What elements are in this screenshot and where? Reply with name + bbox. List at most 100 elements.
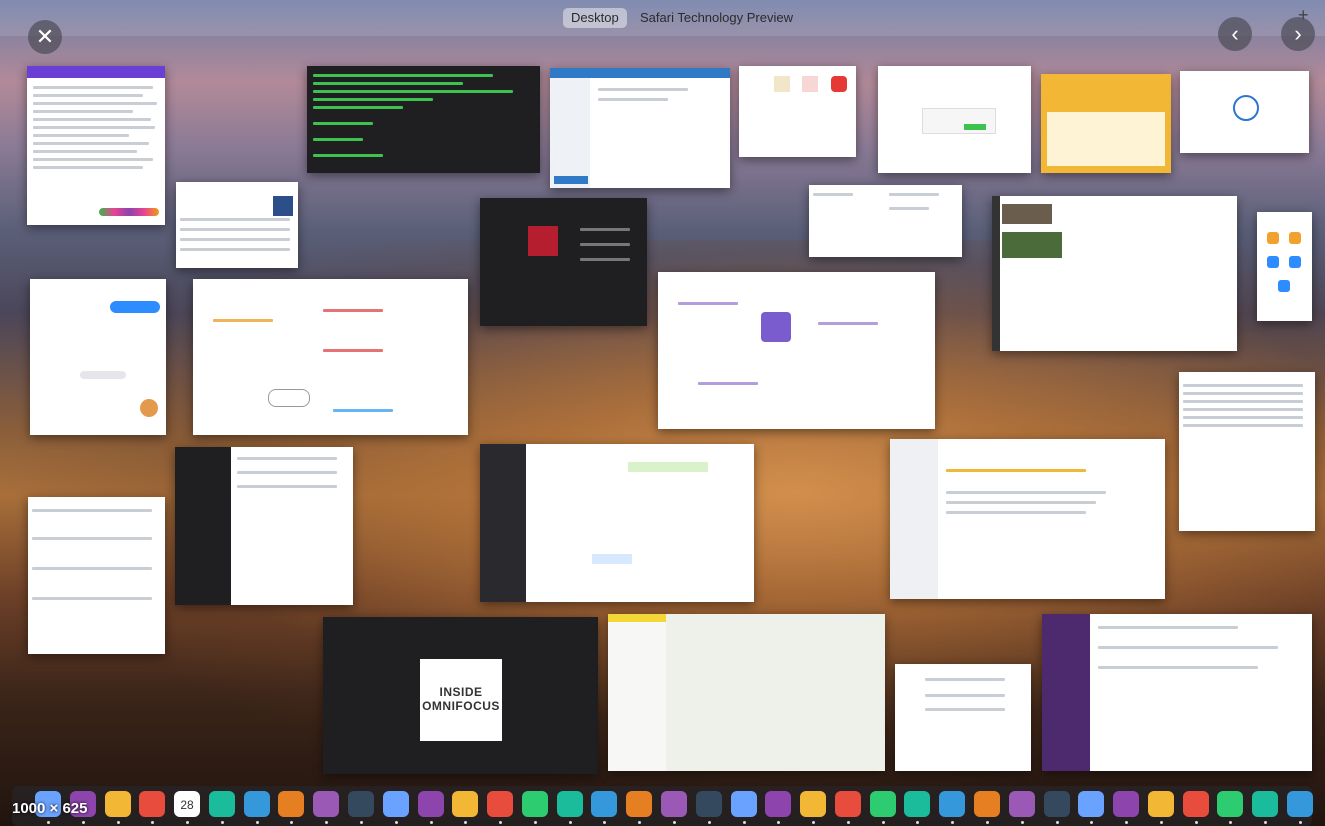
window-dialog[interactable] [878, 66, 1031, 173]
dock-running-indicator [325, 821, 328, 824]
window-1password[interactable] [1180, 71, 1309, 153]
dock-running-indicator [777, 821, 780, 824]
window-things-today[interactable] [895, 664, 1031, 771]
window-home-app[interactable] [1041, 74, 1171, 173]
books-icon[interactable] [870, 791, 896, 817]
dock-running-indicator [673, 821, 676, 824]
dock-running-indicator [360, 821, 363, 824]
dock-running-indicator [151, 821, 154, 824]
vpn-icon[interactable] [974, 791, 1000, 817]
screenshot-size-label: 1000 × 625 [12, 800, 88, 817]
notes-icon[interactable] [591, 791, 617, 817]
window-tasks-purple[interactable] [27, 66, 165, 225]
downloads-icon[interactable] [1252, 791, 1278, 817]
window-notes[interactable] [28, 497, 165, 654]
todo-icon[interactable] [800, 791, 826, 817]
window-calendar[interactable] [480, 444, 754, 602]
boxes-icon[interactable] [383, 791, 409, 817]
settings-icon[interactable] [1148, 791, 1174, 817]
messages-icon[interactable] [244, 791, 270, 817]
dock-running-indicator [882, 821, 885, 824]
sketch-icon[interactable] [522, 791, 548, 817]
infuse-icon[interactable] [661, 791, 687, 817]
plus-icon[interactable]: + [1298, 5, 1309, 26]
calendar-day-label: 28 [180, 798, 194, 812]
preview-icon[interactable] [765, 791, 791, 817]
window-mindnode-2[interactable] [658, 272, 935, 429]
dock-running-indicator [1195, 821, 1198, 824]
dock-running-indicator [430, 821, 433, 824]
window-messages[interactable] [30, 279, 166, 435]
space-tab-desktop[interactable]: Desktop [563, 8, 627, 28]
tapbots-icon[interactable] [731, 791, 757, 817]
omnifocus-icon[interactable] [209, 791, 235, 817]
dock-running-indicator [221, 821, 224, 824]
terminal-icon[interactable] [452, 791, 478, 817]
firefox-icon[interactable] [418, 791, 444, 817]
scrivener-icon[interactable] [313, 791, 339, 817]
dock-running-indicator [290, 821, 293, 824]
dock-running-indicator [117, 821, 120, 824]
dock-running-indicator [569, 821, 572, 824]
safari-icon[interactable] [105, 791, 131, 817]
skype-icon[interactable] [1009, 791, 1035, 817]
dock-running-indicator [1090, 821, 1093, 824]
omnifocus-splash-text: INSIDE OMNIFOCUS [422, 685, 500, 713]
dock-running-indicator [1160, 821, 1163, 824]
mindnode-icon[interactable] [1044, 791, 1070, 817]
opus-icon[interactable] [348, 791, 374, 817]
dock-running-indicator [1125, 821, 1128, 824]
chevron-left-icon[interactable]: ‹ [1218, 17, 1252, 51]
window-things[interactable] [890, 439, 1165, 599]
window-terminal[interactable] [307, 66, 540, 173]
dock-running-indicator [638, 821, 641, 824]
zoom-icon[interactable] [1113, 791, 1139, 817]
dock-running-indicator [1299, 821, 1302, 824]
transmit-icon[interactable] [939, 791, 965, 817]
window-mindnode-1[interactable] [193, 279, 468, 435]
window-music[interactable] [480, 198, 647, 326]
dock-running-indicator [47, 821, 50, 824]
dock-running-indicator [1264, 821, 1267, 824]
dock-running-indicator [1021, 821, 1024, 824]
sonos-icon[interactable] [696, 791, 722, 817]
window-omnifocus-video[interactable]: INSIDE OMNIFOCUS [323, 617, 598, 774]
window-spreadsheet[interactable] [1179, 372, 1315, 531]
dock-running-indicator [499, 821, 502, 824]
dock-running-indicator [603, 821, 606, 824]
dock-running-indicator [1056, 821, 1059, 824]
dock-running-indicator [812, 821, 815, 824]
1password-icon[interactable] [1183, 791, 1209, 817]
window-slack[interactable] [1042, 614, 1312, 771]
trello-icon[interactable] [278, 791, 304, 817]
trash-icon[interactable] [1287, 791, 1313, 817]
dock-running-indicator [951, 821, 954, 824]
photos-icon[interactable] [557, 791, 583, 817]
dock-running-indicator [847, 821, 850, 824]
calendar-icon[interactable]: 28 [174, 791, 200, 817]
dock-running-indicator [708, 821, 711, 824]
teamviewer-icon[interactable] [904, 791, 930, 817]
window-contacts[interactable] [809, 185, 962, 257]
pages-icon[interactable] [835, 791, 861, 817]
window-zoom[interactable] [1257, 212, 1312, 321]
window-maps[interactable] [608, 614, 885, 771]
space-tab-safari-tp[interactable]: Safari Technology Preview [632, 8, 801, 28]
dock-running-indicator [916, 821, 919, 824]
window-launcher[interactable] [739, 66, 856, 157]
dock-running-indicator [986, 821, 989, 824]
omnifocus-splash: INSIDE OMNIFOCUS [420, 659, 502, 741]
dock-running-indicator [395, 821, 398, 824]
home-icon[interactable] [626, 791, 652, 817]
window-teamviewer[interactable] [550, 68, 730, 188]
close-icon[interactable]: ✕ [28, 20, 62, 54]
sourcetree-icon[interactable] [1078, 791, 1104, 817]
clock-icon[interactable] [139, 791, 165, 817]
window-reeder[interactable] [175, 447, 353, 605]
preview2-icon[interactable] [1217, 791, 1243, 817]
window-app-store[interactable] [176, 182, 298, 268]
dock-running-indicator [82, 821, 85, 824]
tweetbot-icon[interactable] [487, 791, 513, 817]
window-tweetbot[interactable] [992, 196, 1237, 351]
dock-running-indicator [1229, 821, 1232, 824]
